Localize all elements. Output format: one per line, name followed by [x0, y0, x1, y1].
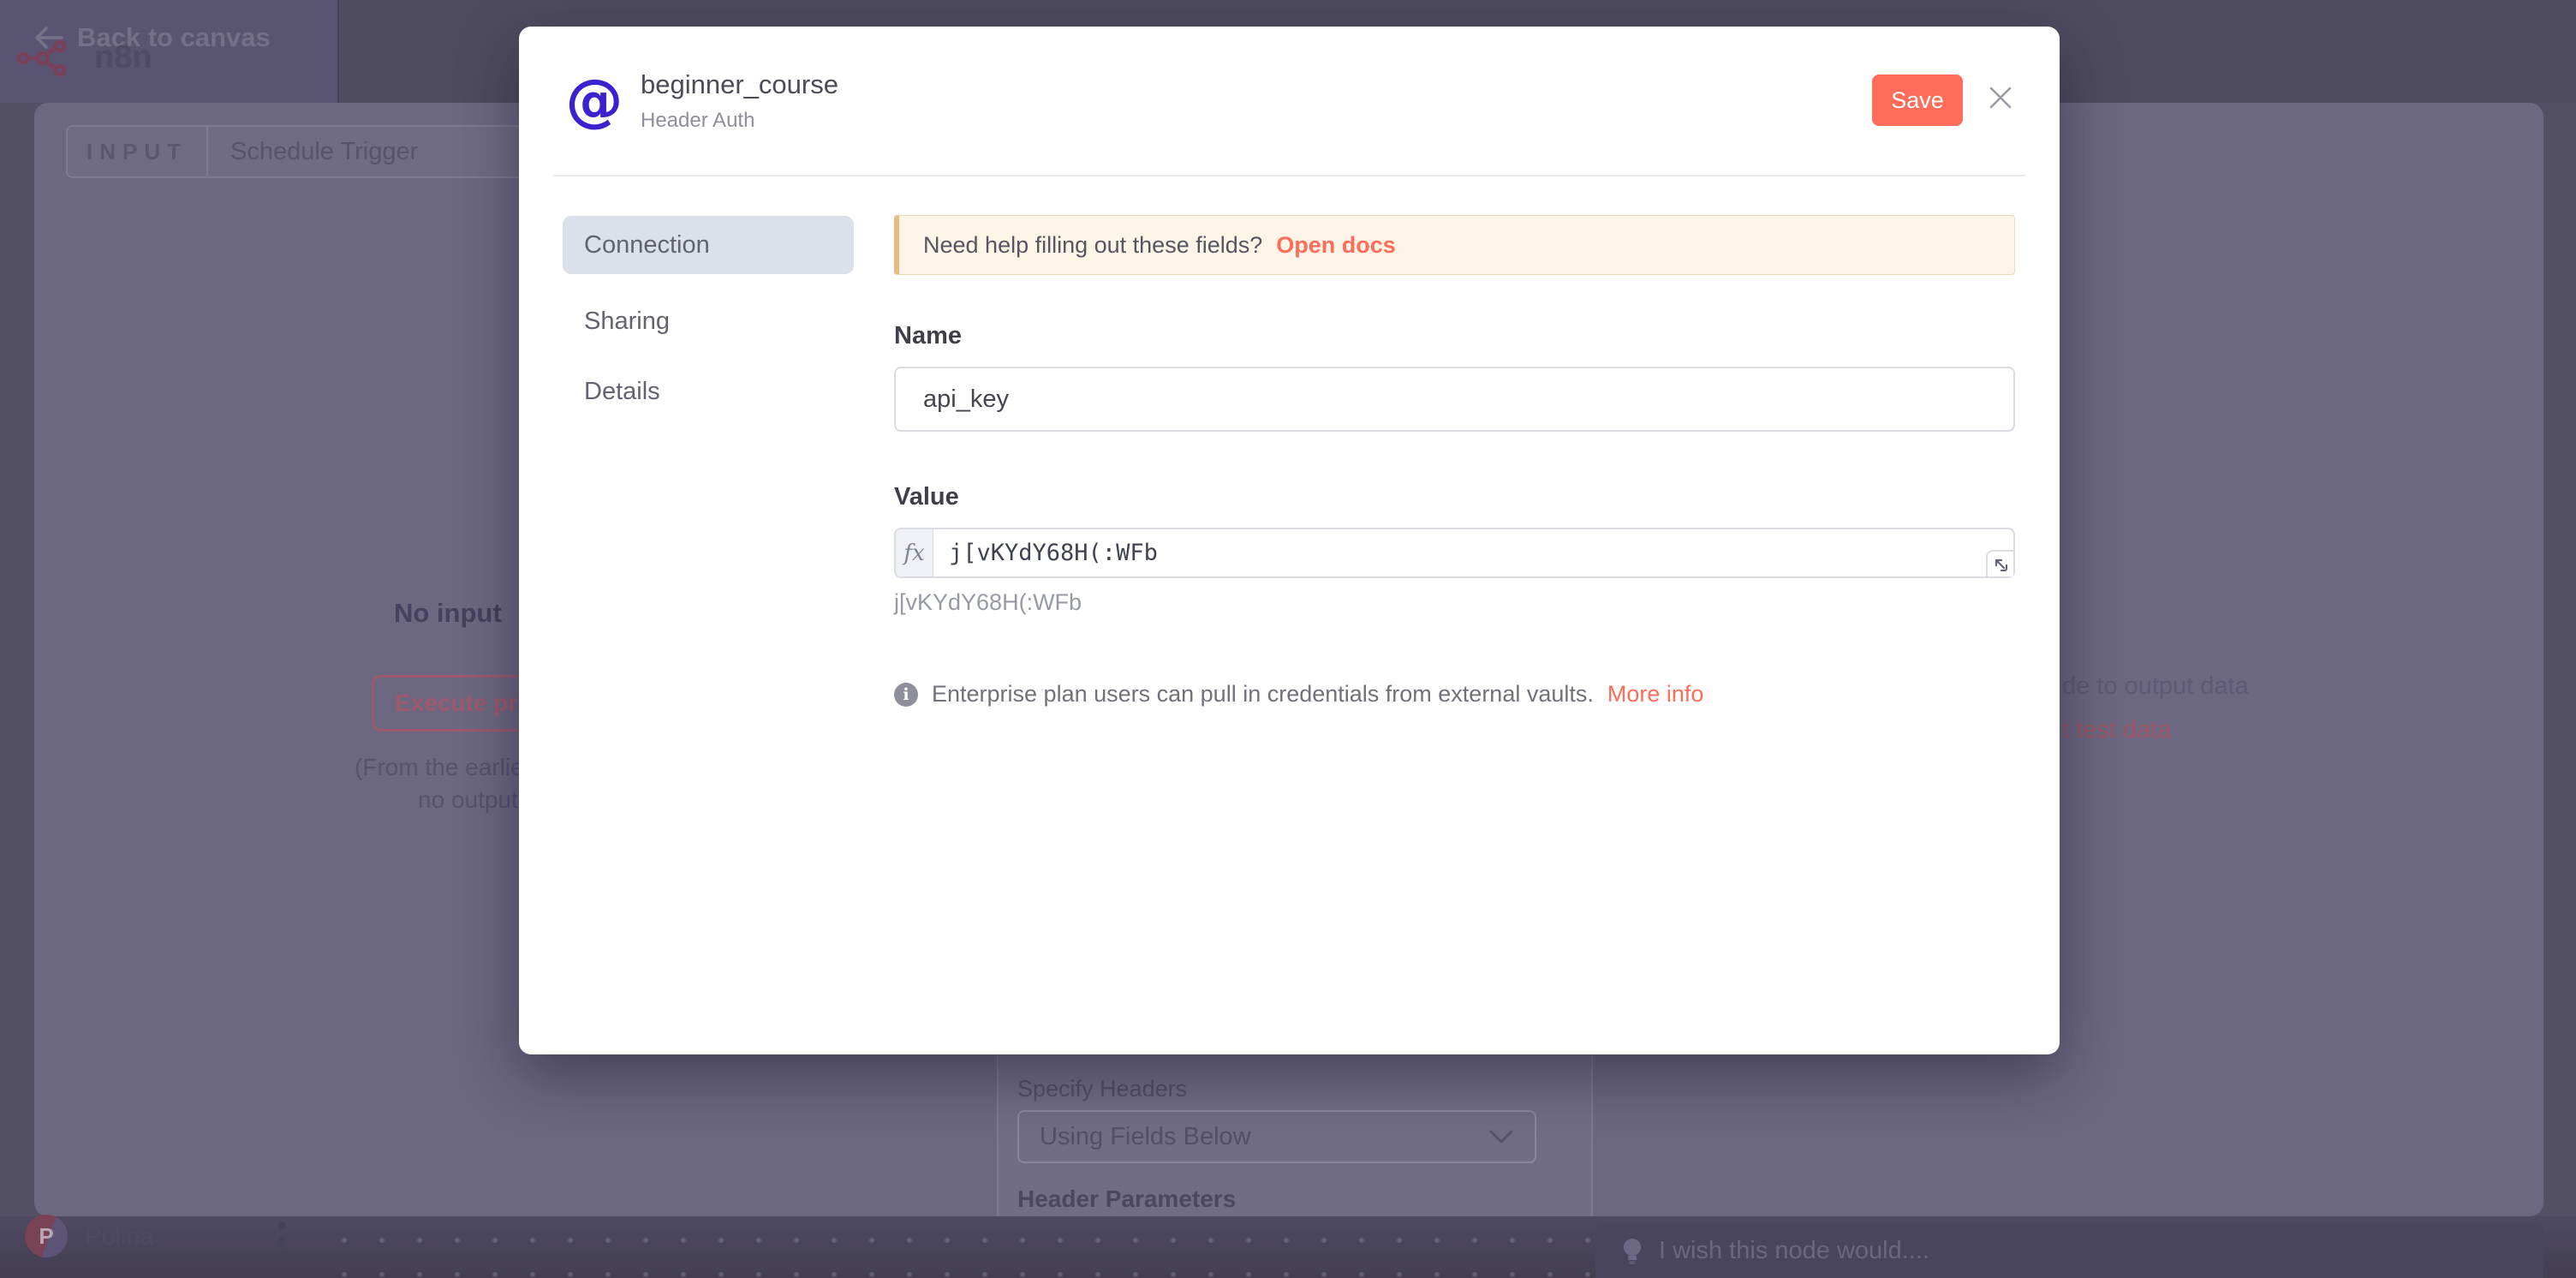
name-field-label: Name [894, 322, 962, 350]
name-field-input[interactable] [894, 367, 2015, 432]
header-parameters-label: Header Parameters [1017, 1185, 1236, 1213]
no-input-title: No input [394, 598, 519, 629]
user-name-label: Polina [85, 1223, 154, 1251]
top-bar-divider [337, 0, 339, 103]
credential-type-subtitle: Header Auth [641, 109, 754, 133]
value-preview-text: j[vKYdY68H(:WFb [894, 589, 1082, 616]
credential-edit-modal: @ beginner_course Header Auth Save Conne… [519, 27, 2060, 1054]
enterprise-info-row: i Enterprise plan users can pull in cred… [894, 681, 1703, 708]
open-docs-link[interactable]: Open docs [1276, 232, 1396, 259]
specify-headers-label: Specify Headers [1017, 1076, 1187, 1102]
help-banner-text: Need help filling out these fields? [923, 232, 1262, 259]
expression-fx-toggle[interactable]: fx [896, 529, 933, 576]
tab-details[interactable]: Details [563, 362, 854, 421]
more-info-link[interactable]: More info [1607, 681, 1704, 708]
chevron-down-icon [1488, 1129, 1514, 1144]
input-panel-label: INPUT [68, 127, 208, 176]
input-hint-line-1: (From the earlies [355, 754, 521, 781]
enterprise-info-text: Enterprise plan users can pull in creden… [932, 681, 1594, 708]
expand-arrow-icon [1992, 556, 2009, 573]
user-menu-kebab-icon [276, 1221, 288, 1257]
credential-type-icon: @ [560, 66, 629, 134]
node-feedback-placeholder: I wish this node would.... [1659, 1237, 1929, 1265]
save-button[interactable]: Save [1872, 75, 1963, 126]
input-source-selector: INPUT Schedule Trigger [66, 125, 546, 178]
close-button[interactable] [1983, 81, 2018, 116]
credential-name-title[interactable]: beginner_course [641, 69, 838, 100]
tab-connection[interactable]: Connection [563, 216, 854, 274]
node-feedback-bar: I wish this node would.... [1595, 1224, 2543, 1278]
input-hint-line-2: no output [418, 786, 521, 814]
help-banner: Need help filling out these fields? Open… [894, 215, 2015, 275]
user-avatar: P [25, 1215, 68, 1257]
output-hint-text: de to output data [2062, 672, 2249, 701]
n8n-logo-icon [17, 40, 82, 76]
specify-headers-value: Using Fields Below [1040, 1123, 1251, 1151]
tab-sharing[interactable]: Sharing [563, 292, 854, 350]
input-source-value: Schedule Trigger [208, 138, 440, 166]
close-icon [1988, 85, 2013, 110]
info-icon: i [894, 683, 918, 707]
lightbulb-icon [1621, 1237, 1643, 1266]
n8n-logo: n8n [17, 39, 152, 76]
output-test-data-link: t test data [2062, 716, 2171, 744]
specify-headers-select: Using Fields Below [1017, 1110, 1536, 1163]
n8n-logo-text: n8n [94, 39, 152, 76]
expand-expression-button[interactable] [1986, 550, 2013, 576]
value-field-input[interactable] [933, 529, 2013, 576]
value-field-row: fx [894, 528, 2015, 578]
value-field-label: Value [894, 483, 959, 511]
modal-header-divider [553, 175, 2025, 176]
